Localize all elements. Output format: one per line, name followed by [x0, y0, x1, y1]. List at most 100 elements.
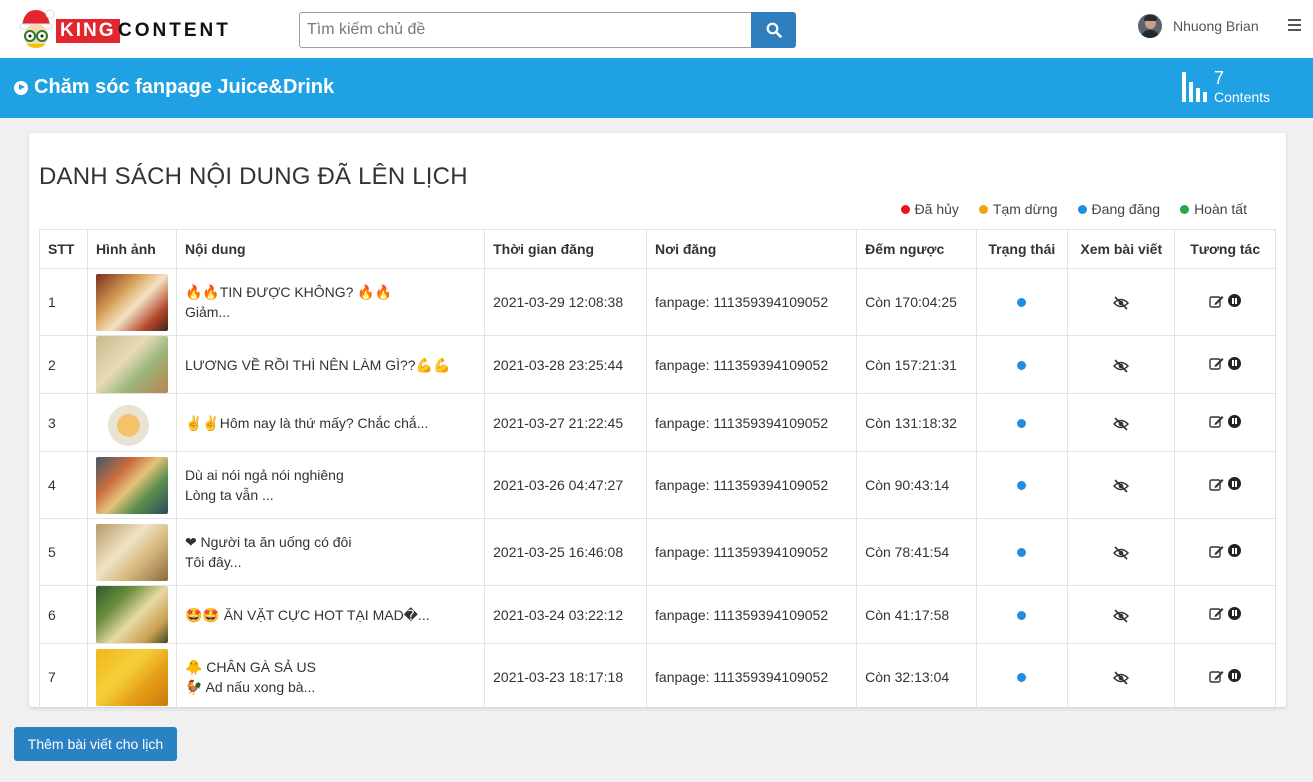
page-title-text: Chăm sóc fanpage Juice&Drink: [34, 76, 335, 98]
row-actions: [1174, 643, 1276, 711]
row-status: [975, 335, 1069, 394]
row-image-cell: [86, 643, 177, 711]
pause-icon[interactable]: [1228, 414, 1242, 428]
edit-icon[interactable]: [1209, 606, 1224, 620]
legend-item-completed: Hoàn tất: [1180, 201, 1247, 217]
row-actions: [1174, 268, 1276, 336]
edit-icon[interactable]: [1209, 477, 1224, 491]
eye-slash-icon[interactable]: [1113, 296, 1130, 310]
row-view-post: [1067, 585, 1176, 644]
user-name: Nhuong Brian: [1173, 18, 1259, 34]
status-posting-dot-icon: [1017, 481, 1027, 490]
legend-label: Đang đăng: [1091, 201, 1161, 217]
contents-label: Contents: [1214, 89, 1271, 105]
scheduled-content-card: DANH SÁCH NỘI DUNG ĐÃ LÊN LỊCH Đã hủy Tạ…: [29, 133, 1286, 711]
content-line-2: Lòng ta vẫn ...: [184, 487, 274, 503]
post-thumbnail-image[interactable]: [95, 586, 168, 643]
eye-slash-icon[interactable]: [1113, 417, 1130, 431]
pause-icon[interactable]: [1228, 544, 1242, 557]
eye-slash-icon[interactable]: [1113, 546, 1130, 560]
eye-slash-icon[interactable]: [1113, 479, 1130, 493]
column-header-view-post: Xem bài viết: [1067, 229, 1176, 269]
edit-icon[interactable]: [1209, 294, 1224, 308]
row-status: [975, 518, 1069, 586]
scheduled-content-table: STT Hình ảnh Nội dung Thời gian đăng Nơi…: [39, 229, 1276, 711]
row-countdown: Còn 170:04:25: [856, 268, 977, 336]
post-thumbnail-image[interactable]: [95, 648, 168, 706]
search-input[interactable]: [299, 12, 752, 48]
page-title: Chăm sóc fanpage Juice&Drink: [14, 76, 334, 99]
row-post-place: fanpage: 111359394109052: [646, 585, 858, 644]
bar-chart-icon: [1182, 72, 1207, 102]
paused-dot-icon: [978, 204, 988, 214]
status-posting-dot-icon: [1017, 673, 1027, 682]
pause-icon[interactable]: [1228, 606, 1242, 620]
row-status: [975, 451, 1069, 519]
row-post-time: 2021-03-26 04:47:27: [484, 451, 648, 519]
page-banner: Chăm sóc fanpage Juice&Drink 7 Contents: [0, 58, 1313, 118]
post-thumbnail-image[interactable]: [95, 523, 168, 581]
row-stt: 3: [39, 393, 88, 452]
row-image-cell: [86, 335, 177, 394]
status-posting-dot-icon: [1017, 418, 1027, 428]
content-line-1: 🔥🔥TIN ĐƯỢC KHÔNG? 🔥🔥: [184, 284, 393, 300]
column-header-post-place: Nơi đăng: [646, 229, 858, 269]
edit-icon[interactable]: [1209, 356, 1224, 370]
content-line-1: 🤩🤩 ĂN VẶT CỰC HOT TẠI MAD�...: [184, 606, 430, 623]
row-stt: 5: [39, 518, 88, 586]
post-thumbnail-image[interactable]: [95, 394, 168, 451]
search-button[interactable]: [751, 12, 796, 48]
pause-icon[interactable]: [1228, 294, 1242, 307]
column-header-interaction: Tương tác: [1174, 229, 1276, 269]
row-stt: 2: [39, 335, 88, 394]
completed-dot-icon: [1180, 204, 1190, 214]
row-countdown: Còn 78:41:54: [856, 518, 977, 586]
status-posting-dot-icon: [1017, 548, 1027, 557]
posting-dot-icon: [1077, 204, 1087, 214]
row-post-time: 2021-03-29 12:08:38: [484, 268, 648, 336]
content-line-1: LƯƠNG VỀ RỒI THÌ NÊN LÀM GÌ??💪💪: [184, 356, 451, 373]
content-line-2: Giảm...: [184, 304, 231, 320]
cancelled-dot-icon: [900, 204, 910, 214]
row-post-place: fanpage: 111359394109052: [646, 518, 858, 586]
edit-icon[interactable]: [1209, 669, 1224, 683]
top-bar: KING CONTENT Nhuong Brian: [0, 0, 1313, 58]
edit-icon[interactable]: [1209, 414, 1224, 428]
pause-icon[interactable]: [1228, 477, 1242, 490]
row-actions: [1174, 518, 1276, 586]
table-row: 3 ✌✌Hôm nay là thứ mấy? Chắc chắ... 2021-0…: [39, 393, 1276, 452]
post-thumbnail-image[interactable]: [95, 273, 168, 331]
pause-icon[interactable]: [1228, 669, 1242, 682]
row-status: [975, 643, 1069, 711]
edit-icon[interactable]: [1209, 544, 1224, 558]
pause-icon[interactable]: [1228, 356, 1242, 370]
user-menu[interactable]: Nhuong Brian: [1138, 12, 1259, 40]
status-legend: Đã hủy Tạm dừng Đang đăng Hoàn tất: [881, 201, 1247, 217]
row-countdown: Còn 41:17:58: [856, 585, 977, 644]
row-countdown: Còn 90:43:14: [856, 451, 977, 519]
eye-slash-icon[interactable]: [1113, 671, 1130, 685]
add-post-to-schedule-button[interactable]: Thêm bài viết cho lịch: [14, 727, 177, 761]
eye-slash-icon[interactable]: [1113, 359, 1130, 373]
hamburger-menu-icon[interactable]: [1288, 19, 1301, 31]
content-line-2: 🐓 Ad nấu xong bà...: [184, 679, 316, 695]
eye-slash-icon[interactable]: [1113, 609, 1130, 623]
legend-item-cancelled: Đã hủy: [900, 201, 959, 217]
king-content-logo[interactable]: KING CONTENT: [16, 6, 228, 52]
row-post-time: 2021-03-27 21:22:45: [484, 393, 648, 452]
column-header-countdown: Đếm ngược: [856, 229, 977, 269]
row-countdown: Còn 32:13:04: [856, 643, 977, 711]
content-line-1: 🐥 CHÂN GÀ SẢ US: [184, 659, 316, 675]
legend-item-paused: Tạm dừng: [978, 201, 1058, 217]
post-thumbnail-image[interactable]: [95, 336, 168, 393]
row-countdown: Còn 157:21:31: [856, 335, 977, 394]
play-circle-icon: [14, 80, 28, 95]
legend-label: Tạm dừng: [992, 201, 1058, 217]
row-image-cell: [86, 268, 177, 336]
row-content: 🔥🔥TIN ĐƯỢC KHÔNG? 🔥🔥 Giảm...: [175, 268, 486, 336]
row-content: ✌✌Hôm nay là thứ mấy? Chắc chắ...: [175, 393, 486, 452]
post-thumbnail-image[interactable]: [95, 456, 168, 514]
column-header-post-time: Thời gian đăng: [484, 229, 648, 269]
table-row: 4 Dù ai nói ngả nói nghiêng Lòng ta vẫn ..…: [39, 451, 1276, 519]
table-row: 1 🔥🔥TIN ĐƯỢC KHÔNG? 🔥🔥 Giảm... 2021-03-29 1…: [39, 268, 1276, 336]
